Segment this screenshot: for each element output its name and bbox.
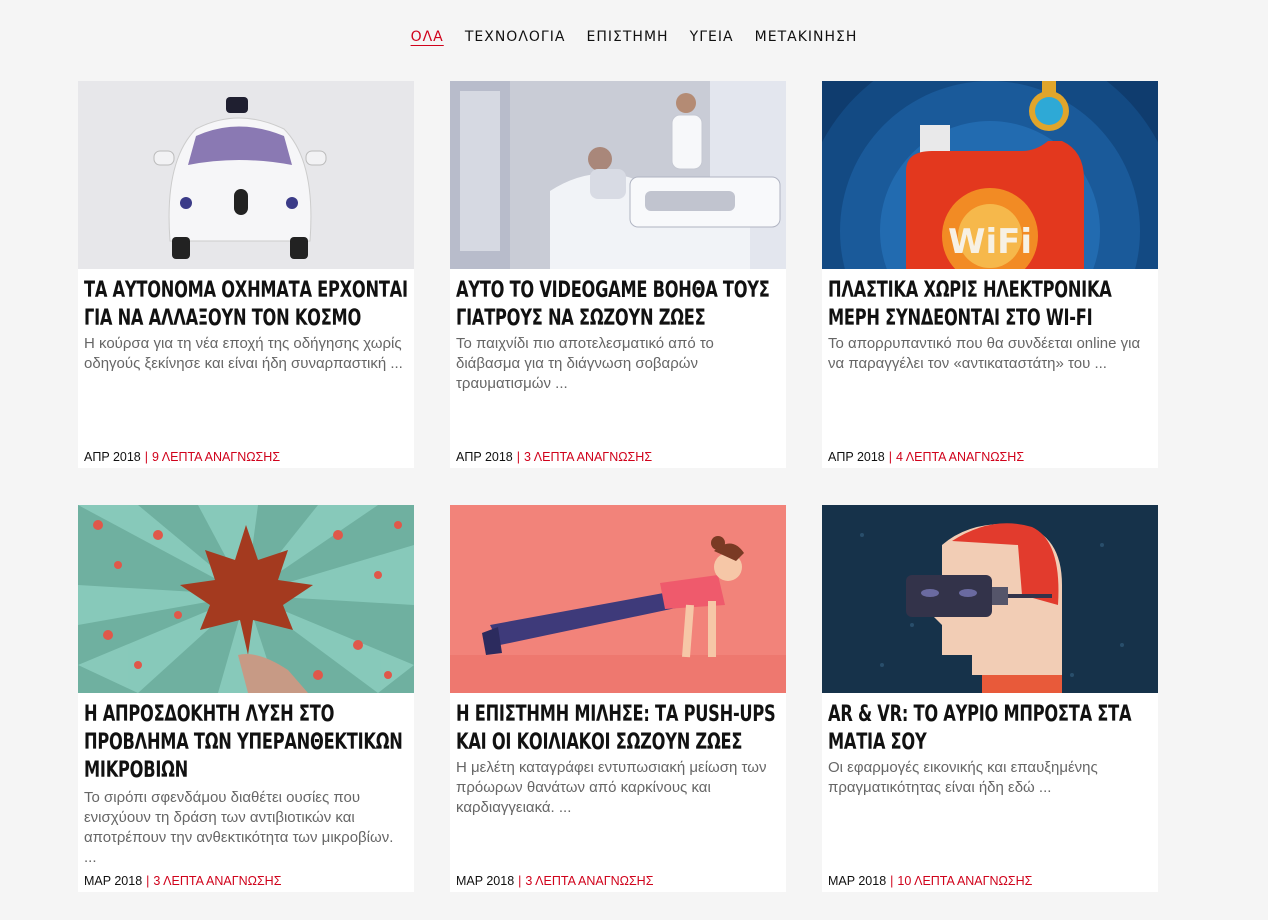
maple-leaf-image[interactable]	[78, 505, 414, 693]
article-meta: ΜΑΡ 2018 | 3 ΛΕΠΤΑ ΑΝΑΓΝΩΣΗΣ	[456, 874, 653, 888]
article-excerpt: Το σιρόπι σφενδάμου διαθέτει ουσίες που …	[84, 789, 394, 866]
article-title[interactable]: AR & VR: ΤΟ ΑΥΡΙΟ ΜΠΡΟΣΤΑ ΣΤΑ ΜΑΤΙΑ ΣΟΥ	[828, 701, 1153, 757]
meta-separator: |	[144, 450, 149, 464]
meta-separator: |	[888, 450, 893, 464]
article-date: ΜΑΡ 2018	[828, 874, 887, 888]
article-card[interactable]: ΑΥΤΟ ΤΟ VIDEOGAME ΒΟΗΘΑ ΤΟΥΣ ΓΙΑΤΡΟΥΣ ΝΑ…	[450, 81, 786, 468]
read-time: 3 ΛΕΠΤΑ ΑΝΑΓΝΩΣΗΣ	[153, 874, 282, 888]
article-date: ΑΠΡ 2018	[828, 450, 885, 464]
read-time: 3 ΛΕΠΤΑ ΑΝΑΓΝΩΣΗΣ	[525, 874, 654, 888]
article-title[interactable]: ΤΑ ΑΥΤΟΝΟΜΑ ΟΧΗΜΑΤΑ ΕΡΧΟΝΤΑΙ ΓΙΑ ΝΑ ΑΛΛΑ…	[84, 277, 409, 333]
article-excerpt: Η κούρσα για τη νέα εποχή της οδήγησης χ…	[84, 335, 403, 372]
article-card[interactable]: ΤΑ ΑΥΤΟΝΟΜΑ ΟΧΗΜΑΤΑ ΕΡΧΟΝΤΑΙ ΓΙΑ ΝΑ ΑΛΛΑ…	[78, 81, 414, 468]
nav-item-science[interactable]: ΕΠΙΣΤΗΜΗ	[587, 29, 669, 45]
article-date: ΜΑΡ 2018	[456, 874, 515, 888]
nav-item-technology[interactable]: ΤΕΧΝΟΛΟΓΙΑ	[465, 29, 566, 45]
article-meta: ΜΑΡ 2018 | 3 ΛΕΠΤΑ ΑΝΑΓΝΩΣΗΣ	[84, 874, 281, 888]
article-excerpt: Το παιχνίδι πιο αποτελεσματικό από το δι…	[456, 335, 714, 392]
article-meta: ΑΠΡ 2018 | 9 ΛΕΠΤΑ ΑΝΑΓΝΩΣΗΣ	[84, 450, 280, 464]
self-driving-car-image[interactable]	[78, 81, 414, 269]
article-meta: ΑΠΡ 2018 | 3 ΛΕΠΤΑ ΑΝΑΓΝΩΣΗΣ	[456, 450, 652, 464]
article-card[interactable]: WiFi ΠΛΑΣΤΙΚΑ ΧΩΡΙΣ ΗΛΕΚΤΡΟΝΙΚΑ ΜΕΡΗ ΣΥΝ…	[822, 81, 1158, 468]
read-time: 3 ΛΕΠΤΑ ΑΝΑΓΝΩΣΗΣ	[524, 450, 653, 464]
meta-separator: |	[890, 874, 894, 888]
read-time: 9 ΛΕΠΤΑ ΑΝΑΓΝΩΣΗΣ	[152, 450, 281, 464]
article-title[interactable]: ΑΥΤΟ ΤΟ VIDEOGAME ΒΟΗΘΑ ΤΟΥΣ ΓΙΑΤΡΟΥΣ ΝΑ…	[456, 277, 781, 333]
read-time: 10 ΛΕΠΤΑ ΑΝΑΓΝΩΣΗΣ	[897, 874, 1033, 888]
article-excerpt: Η μελέτη καταγράφει εντυπωσιακή μείωση τ…	[456, 759, 767, 816]
meta-separator: |	[516, 450, 521, 464]
meta-separator: |	[518, 874, 522, 888]
article-card[interactable]: Η ΑΠΡΟΣΔΟΚΗΤΗ ΛΥΣΗ ΣΤΟ ΠΡΟΒΛΗΜΑ ΤΩΝ ΥΠΕΡ…	[78, 505, 414, 892]
nav-item-health[interactable]: ΥΓΕΙΑ	[690, 29, 734, 45]
vr-headset-image[interactable]	[822, 505, 1158, 693]
article-card[interactable]: AR & VR: ΤΟ ΑΥΡΙΟ ΜΠΡΟΣΤΑ ΣΤΑ ΜΑΤΙΑ ΣΟΥ …	[822, 505, 1158, 892]
read-time: 4 ΛΕΠΤΑ ΑΝΑΓΝΩΣΗΣ	[896, 450, 1025, 464]
article-excerpt: Το απορρυπαντικό που θα συνδέεται online…	[828, 335, 1141, 372]
nav-item-mobility[interactable]: ΜΕΤΑΚΙΝΗΣΗ	[755, 29, 858, 45]
push-ups-image[interactable]	[450, 505, 786, 693]
article-date: ΑΠΡ 2018	[84, 450, 141, 464]
article-meta: ΜΑΡ 2018 | 10 ΛΕΠΤΑ ΑΝΑΓΝΩΣΗΣ	[828, 874, 1032, 888]
hospital-room-image[interactable]	[450, 81, 786, 269]
article-title[interactable]: Η ΑΠΡΟΣΔΟΚΗΤΗ ΛΥΣΗ ΣΤΟ ΠΡΟΒΛΗΜΑ ΤΩΝ ΥΠΕΡ…	[84, 701, 409, 785]
article-date: ΜΑΡ 2018	[84, 874, 143, 888]
article-title[interactable]: ΠΛΑΣΤΙΚΑ ΧΩΡΙΣ ΗΛΕΚΤΡΟΝΙΚΑ ΜΕΡΗ ΣΥΝΔΕΟΝΤ…	[828, 277, 1153, 333]
meta-separator: |	[146, 874, 150, 888]
article-excerpt: Οι εφαρμογές εικονικής και επαυξημένης π…	[828, 759, 1098, 796]
svg-text:WiFi: WiFi	[948, 222, 1032, 262]
article-card[interactable]: Η ΕΠΙΣΤΗΜΗ ΜΙΛΗΣΕ: ΤΑ PUSH-UPS ΚΑΙ ΟΙ ΚΟ…	[450, 505, 786, 892]
nav-item-all[interactable]: ΟΛΑ	[411, 29, 444, 45]
wifi-detergent-image[interactable]: WiFi	[822, 81, 1158, 269]
category-nav: ΟΛΑ ΤΕΧΝΟΛΟΓΙΑ ΕΠΙΣΤΗΜΗ ΥΓΕΙΑ ΜΕΤΑΚΙΝΗΣΗ	[0, 26, 1268, 45]
article-date: ΑΠΡ 2018	[456, 450, 513, 464]
article-meta: ΑΠΡ 2018 | 4 ΛΕΠΤΑ ΑΝΑΓΝΩΣΗΣ	[828, 450, 1024, 464]
article-title[interactable]: Η ΕΠΙΣΤΗΜΗ ΜΙΛΗΣΕ: ΤΑ PUSH-UPS ΚΑΙ ΟΙ ΚΟ…	[456, 701, 781, 757]
